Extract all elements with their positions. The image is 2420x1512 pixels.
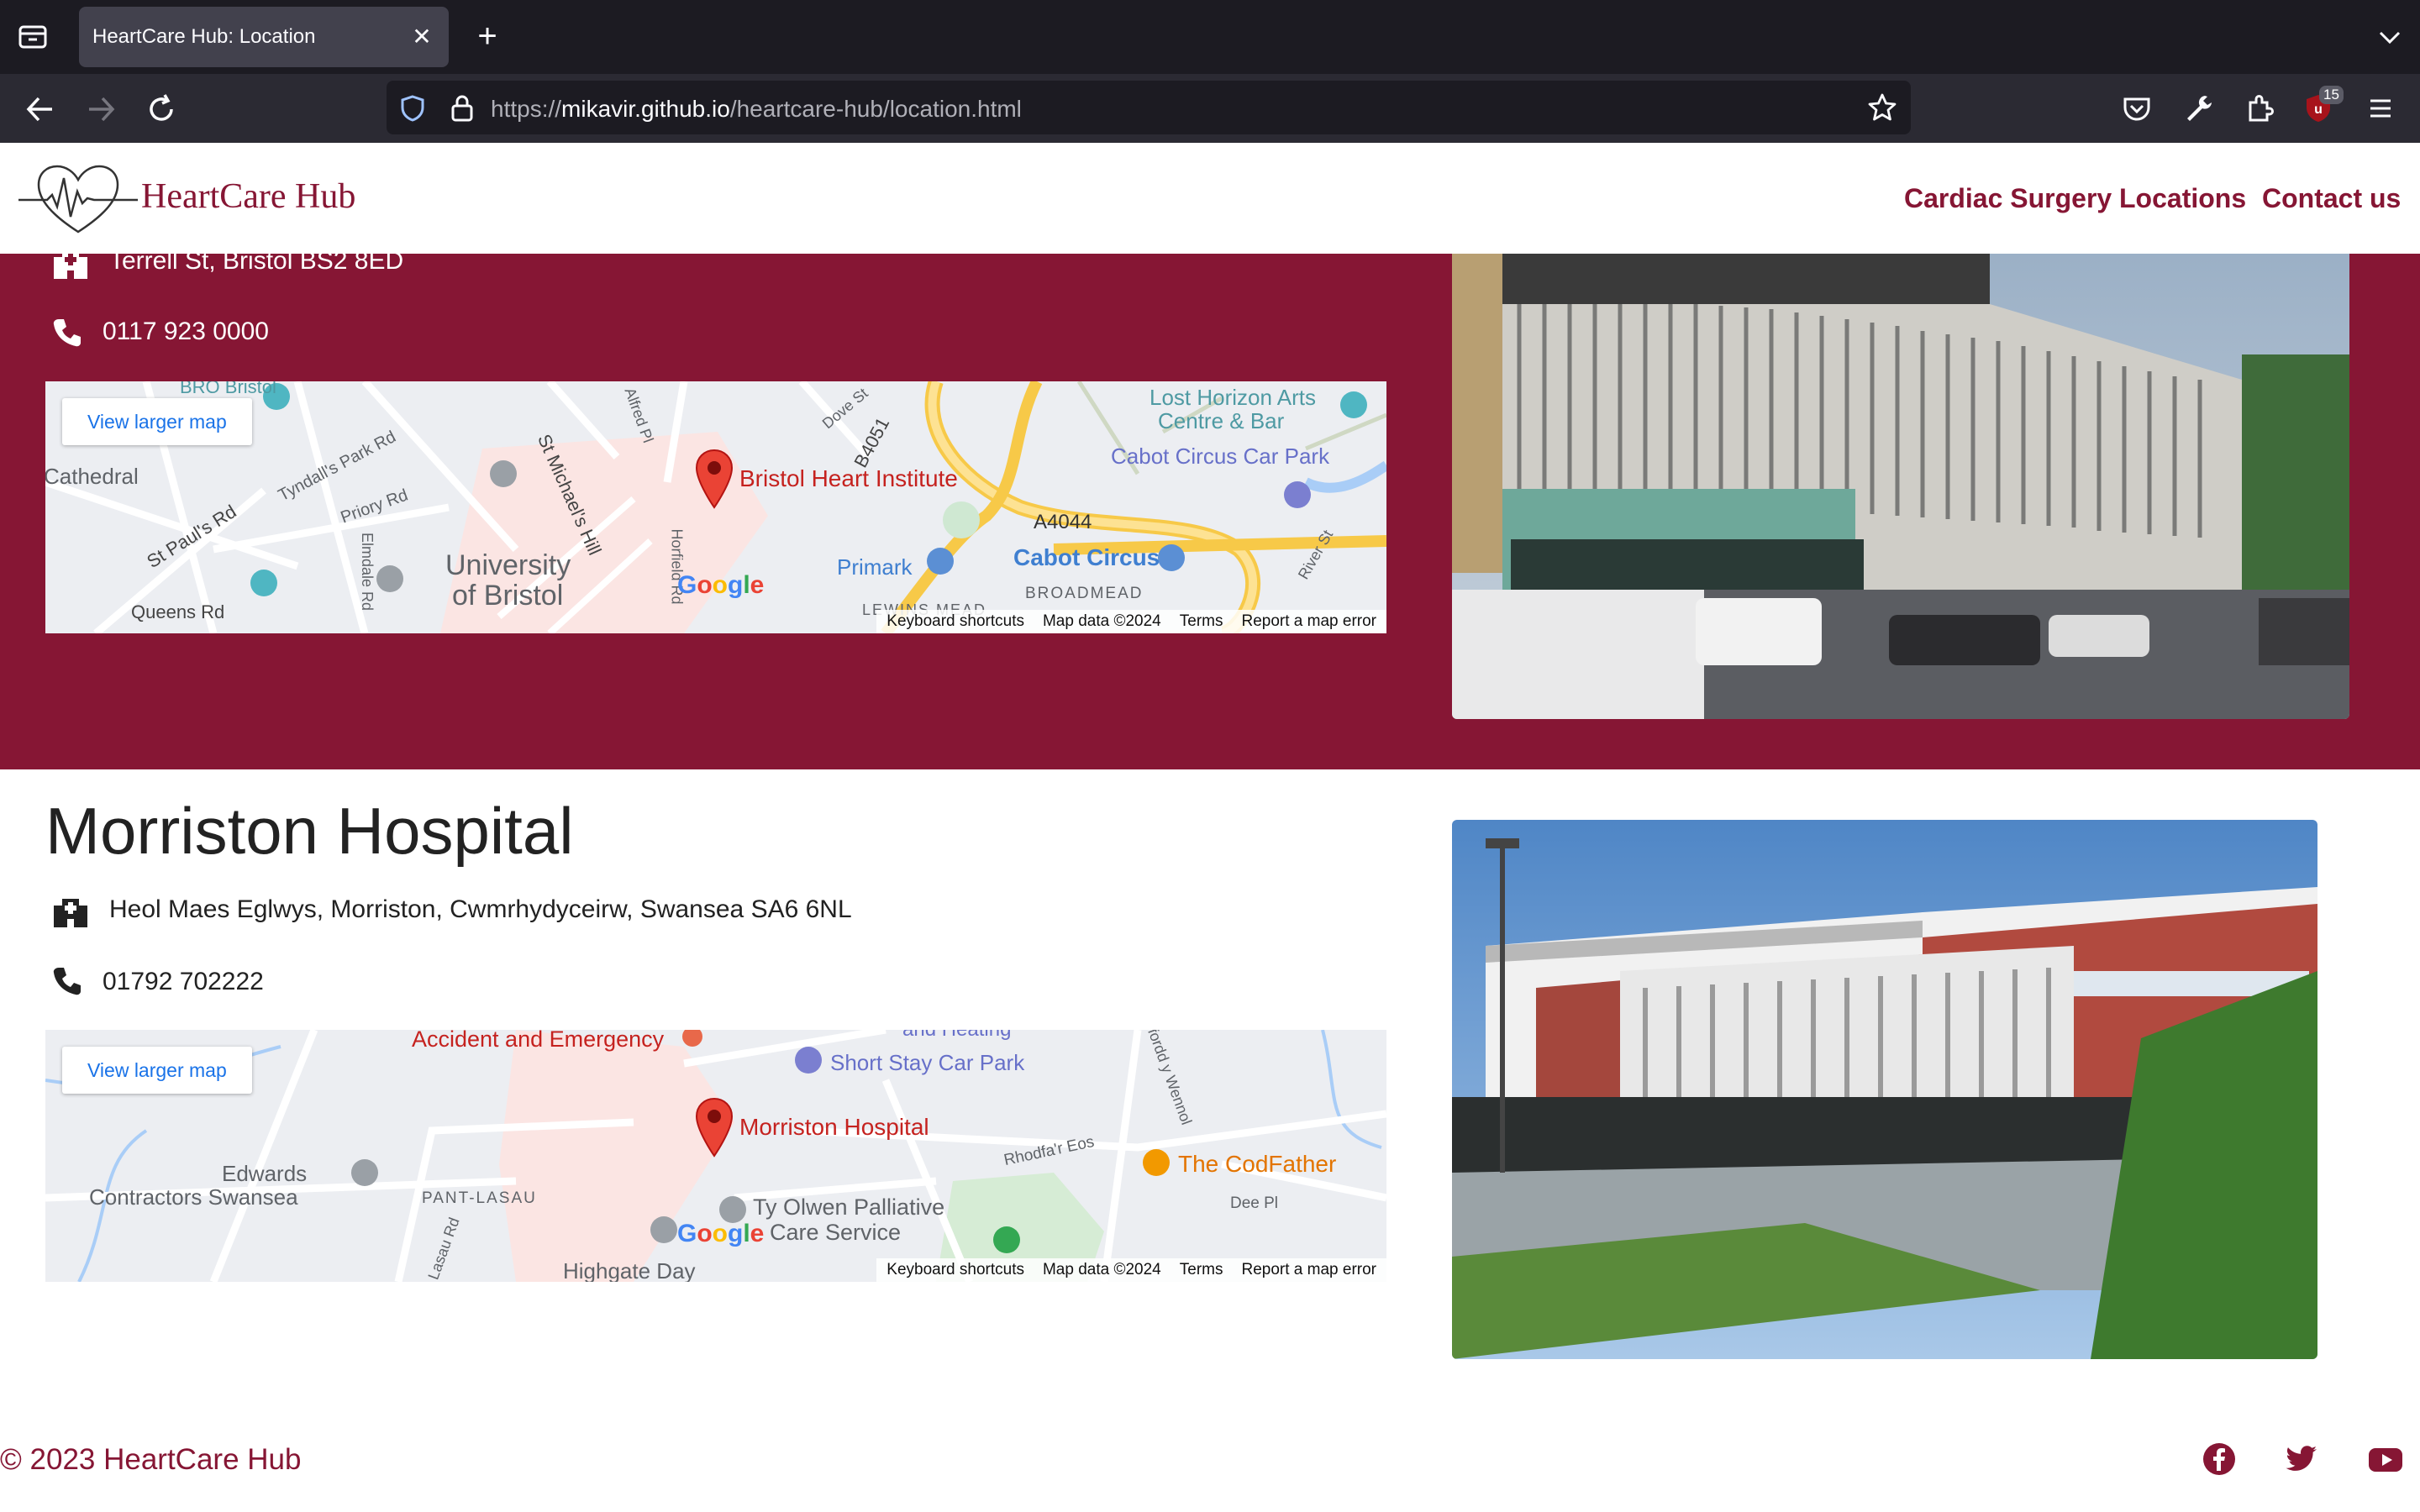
morriston-hospital-photo (1452, 820, 2317, 1359)
youtube-icon[interactable] (2368, 1441, 2403, 1477)
map-pin-label: Bristol Heart Institute (739, 465, 958, 491)
report-map-error-link[interactable]: Report a map error (1241, 1261, 1376, 1278)
map-label: Centre & Bar (1158, 408, 1285, 433)
hospital-address: Terrell St, Bristol BS2 8ED (109, 247, 404, 275)
hospital-phone[interactable]: 01792 702222 (103, 968, 264, 996)
new-tab-icon[interactable]: + (471, 19, 504, 54)
site-header: HeartCare Hub Cardiac Surgery Locations … (0, 143, 2420, 254)
map-label: Cathedral (45, 464, 139, 489)
copyright-text: © 2023 HeartCare Hub (0, 1443, 302, 1476)
facebook-icon[interactable] (2202, 1441, 2237, 1477)
browser-tab-bar: HeartCare Hub: Location ✕ + (0, 0, 2420, 74)
extension-badge: 15 (2319, 86, 2344, 104)
url-path: /heartcare-hub/location.html (729, 96, 1022, 122)
map-data-text: Map data ©2024 (1042, 612, 1161, 630)
nav-locations[interactable]: Locations (2119, 183, 2246, 214)
keyboard-shortcuts-link[interactable]: Keyboard shortcuts (886, 1261, 1024, 1278)
svg-text:u: u (2314, 102, 2323, 117)
bristol-map[interactable]: View larger map Bristol Heart Institute … (45, 381, 1386, 633)
hospital-address: Heol Maes Eglwys, Morriston, Cwmrhydycei… (109, 895, 852, 923)
hospital-building-icon (52, 895, 89, 929)
map-label: Elmdale Rd (359, 532, 376, 612)
map-label: and Heating (902, 1030, 1011, 1042)
map-footer: Keyboard shortcuts Map data ©2024 Terms Rep… (876, 1258, 1386, 1282)
map-label: The CodFather (1178, 1151, 1337, 1177)
url-scheme: https:// (491, 96, 562, 122)
wrench-icon[interactable] (2183, 92, 2215, 124)
heart-pulse-logo[interactable] (18, 161, 138, 237)
pocket-icon[interactable] (2121, 92, 2153, 124)
map-label: of Bristol (452, 580, 564, 612)
twitter-icon[interactable] (2284, 1441, 2319, 1477)
ublock-icon[interactable]: u 15 (2302, 86, 2344, 124)
map-data-text: Map data ©2024 (1042, 1261, 1161, 1278)
map-label: Short Stay Car Park (830, 1050, 1025, 1075)
brand-name[interactable]: HeartCare Hub (141, 176, 355, 217)
hospital-name: Morriston Hospital (45, 794, 574, 868)
extensions-icon[interactable] (2244, 92, 2275, 124)
google-logo: Google (677, 571, 765, 599)
map-label: Cabot Circus (1013, 544, 1160, 570)
morriston-map[interactable]: View larger map Morriston Hospital Accid… (45, 1030, 1386, 1282)
map-pin-label: Morriston Hospital (739, 1114, 929, 1140)
google-logo: Google (677, 1220, 765, 1247)
chevron-down-icon[interactable] (2376, 24, 2403, 50)
phone-icon (52, 966, 89, 1000)
phone-icon (52, 318, 89, 351)
bristol-hospital-photo (1452, 254, 2349, 719)
map-footer: Keyboard shortcuts Map data ©2024 Terms Rep… (876, 610, 1386, 633)
address-bar[interactable]: https://mikavir.github.io/heartcare-hub/… (387, 81, 1911, 134)
map-label: University (445, 549, 571, 581)
map-label: Accident and Emergency (412, 1030, 665, 1052)
browser-toolbar: https://mikavir.github.io/heartcare-hub/… (0, 74, 2420, 143)
view-larger-map-button[interactable]: View larger map (62, 1047, 252, 1094)
view-larger-map-button[interactable]: View larger map (62, 398, 252, 445)
back-icon[interactable] (20, 89, 60, 129)
map-pin-icon[interactable] (694, 449, 734, 509)
nav-cardiac-surgery[interactable]: Cardiac Surgery (1904, 183, 2112, 214)
tab-title: HeartCare Hub: Location (92, 25, 316, 48)
map-label: Care Service (770, 1220, 902, 1245)
reload-icon[interactable] (141, 89, 182, 129)
hospital-building-icon (52, 247, 89, 281)
map-label: Lost Horizon Arts (1150, 385, 1316, 410)
map-label: BROADMEAD (1025, 585, 1144, 602)
tab-list-icon[interactable] (17, 22, 50, 52)
hospital-phone[interactable]: 0117 923 0000 (103, 318, 269, 346)
map-label: Cabot Circus Car Park (1111, 444, 1330, 469)
map-label: Dee Pl (1230, 1194, 1279, 1212)
url-host: mikavir.github.io (561, 96, 730, 122)
map-label: Contractors Swansea (89, 1184, 298, 1210)
bookmark-star-icon[interactable] (1867, 92, 1897, 123)
forward-icon[interactable] (81, 89, 121, 129)
map-label: Highgate Day (563, 1258, 696, 1282)
url-text[interactable]: https://mikavir.github.io/heartcare-hub/… (491, 96, 1022, 123)
nav-contact-us[interactable]: Contact us (2262, 183, 2401, 214)
close-tab-icon[interactable]: ✕ (408, 24, 435, 50)
terms-link[interactable]: Terms (1180, 1261, 1223, 1278)
menu-icon[interactable] (2365, 92, 2396, 124)
shield-icon[interactable] (398, 94, 427, 123)
map-label: PANT-LASAU (422, 1189, 537, 1207)
map-label: Edwards (222, 1161, 308, 1186)
map-pin-icon[interactable] (694, 1097, 734, 1158)
map-label: A4044 (1034, 511, 1092, 533)
keyboard-shortcuts-link[interactable]: Keyboard shortcuts (886, 612, 1024, 630)
active-tab[interactable]: HeartCare Hub: Location ✕ (79, 7, 449, 67)
report-map-error-link[interactable]: Report a map error (1241, 612, 1376, 630)
terms-link[interactable]: Terms (1180, 612, 1223, 630)
map-label: Primark (837, 554, 913, 580)
lock-icon[interactable] (449, 94, 476, 123)
map-label: BRO Bristol (180, 381, 276, 397)
map-label: Ty Olwen Palliative (753, 1194, 945, 1220)
map-label: Queens Rd (131, 601, 225, 622)
